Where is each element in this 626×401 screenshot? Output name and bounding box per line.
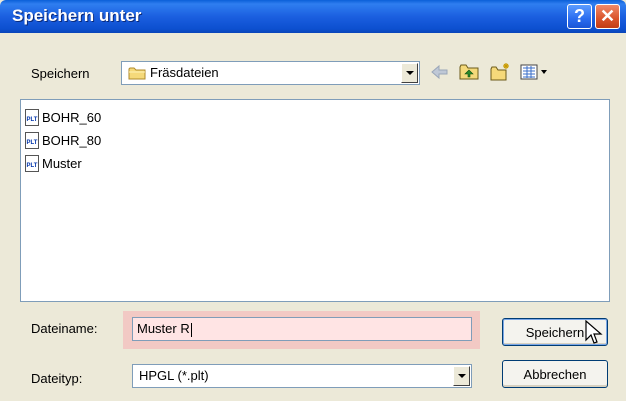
close-button[interactable]: ✕ xyxy=(595,4,620,29)
folder-icon xyxy=(128,67,146,80)
file-name: BOHR_80 xyxy=(42,132,102,148)
dropdown-arrow-button[interactable] xyxy=(401,63,418,83)
filename-label: Dateiname: xyxy=(31,321,98,336)
filetype-dropdown[interactable]: HPGL (*.plt) xyxy=(132,364,472,388)
save-in-dropdown[interactable]: Fräsdateien xyxy=(121,61,420,85)
help-icon: ? xyxy=(574,6,585,26)
list-item[interactable]: PLT BOHR_60 xyxy=(25,107,101,127)
filetype-label: Dateityp: xyxy=(31,371,83,386)
plt-file-icon: PLT xyxy=(25,154,39,172)
chevron-down-icon xyxy=(457,374,466,378)
chevron-down-icon xyxy=(405,71,414,75)
mouse-pointer-icon xyxy=(585,320,603,344)
plt-file-icon: PLT xyxy=(25,131,39,149)
save-in-label: Speichern xyxy=(31,66,90,81)
filetype-value: HPGL (*.plt) xyxy=(139,368,209,383)
cancel-button-label: Abbrechen xyxy=(523,366,587,382)
filename-input[interactable]: Muster R xyxy=(132,317,472,341)
filename-value: Muster R xyxy=(137,321,190,336)
save-button-label: Speichern xyxy=(525,324,585,340)
file-list[interactable]: PLT BOHR_60 PLT BOHR_80 PLT Muster xyxy=(20,99,610,302)
plt-file-icon: PLT xyxy=(25,108,39,126)
up-folder-icon[interactable] xyxy=(458,62,480,82)
save-in-value: Fräsdateien xyxy=(150,65,219,80)
window-title: Speichern unter xyxy=(12,6,142,25)
title-bar: Speichern unter ? ✕ xyxy=(0,0,626,33)
list-item[interactable]: PLT BOHR_80 xyxy=(25,130,101,150)
view-menu-icon[interactable] xyxy=(519,62,549,82)
back-arrow-icon[interactable] xyxy=(428,62,450,82)
file-name: BOHR_60 xyxy=(42,109,102,125)
list-item[interactable]: PLT Muster xyxy=(25,153,82,173)
text-caret xyxy=(190,322,192,337)
help-button[interactable]: ? xyxy=(567,4,592,29)
dropdown-arrow-button[interactable] xyxy=(453,366,470,386)
cancel-button[interactable]: Abbrechen xyxy=(502,360,608,388)
new-folder-icon[interactable] xyxy=(489,62,511,82)
close-icon: ✕ xyxy=(599,6,616,26)
file-name: Muster xyxy=(42,155,82,171)
